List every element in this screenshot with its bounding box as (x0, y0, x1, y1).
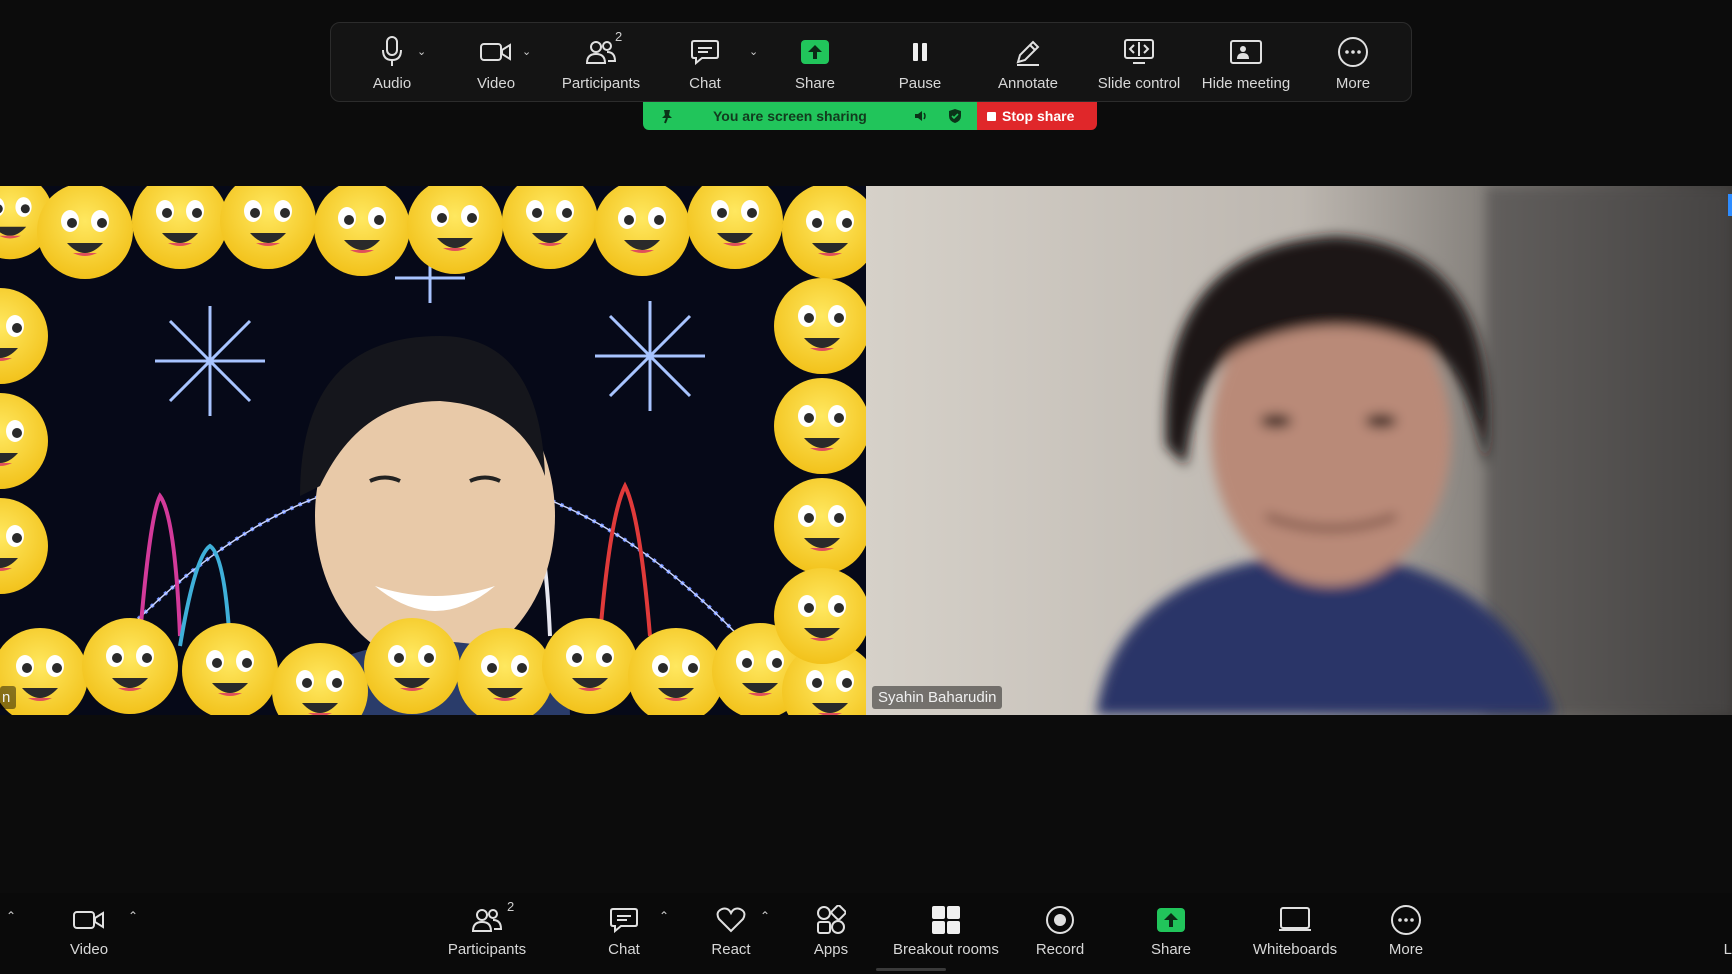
video-camera-icon (72, 903, 106, 937)
chat-icon (607, 903, 641, 937)
apps-icon (814, 903, 848, 937)
participants-button[interactable]: Participants 2 (553, 29, 649, 101)
more-label: More (1388, 941, 1424, 958)
more-button[interactable]: More (1386, 903, 1426, 958)
share-screen-icon (798, 35, 832, 69)
more-button[interactable]: More (1325, 35, 1381, 101)
participants-label: Participants (447, 941, 527, 958)
chat-label: Chat (689, 75, 721, 92)
video-camera-icon (479, 35, 513, 69)
heart-icon (714, 903, 748, 937)
share-toolbar: Audio ⌄ Video ⌄ Participants 2 Chat ⌄ Sh… (330, 22, 1412, 102)
slide-control-button[interactable]: Slide control (1091, 35, 1187, 101)
more-label: More (1335, 75, 1371, 92)
pencil-icon (1011, 35, 1045, 69)
audio-options-caret[interactable]: ⌃ (6, 909, 16, 923)
participants-icon (584, 35, 618, 69)
virtual-background-emoji-frame (0, 186, 866, 715)
share-button[interactable]: Share (785, 35, 845, 101)
participants-button[interactable]: Participants 2 (444, 899, 530, 958)
video-label: Video (476, 75, 516, 92)
annotate-label: Annotate (997, 75, 1059, 92)
pin-icon[interactable] (659, 108, 675, 127)
participants-icon (470, 903, 504, 937)
speaker-icon[interactable] (913, 108, 929, 127)
shield-check-icon[interactable] (947, 108, 963, 127)
pause-share-button[interactable]: Pause (889, 35, 951, 101)
sharing-status-bar[interactable]: You are screen sharing (643, 102, 977, 130)
whiteboards-button[interactable]: Whiteboards (1250, 903, 1340, 958)
react-label: React (711, 941, 751, 958)
participants-count: 2 (507, 899, 515, 914)
record-button[interactable]: Record (1034, 903, 1086, 958)
slide-control-icon (1122, 35, 1156, 69)
pause-label: Pause (898, 75, 942, 92)
stop-icon (987, 111, 996, 121)
record-icon (1043, 903, 1077, 937)
chat-icon (688, 35, 722, 69)
audio-options-caret[interactable]: ⌄ (417, 45, 426, 58)
share-label: Share (1150, 941, 1192, 958)
apps-button[interactable]: Apps (811, 903, 851, 958)
stop-share-label: Stop share (1002, 108, 1075, 124)
chat-options-caret[interactable]: ⌄ (749, 45, 758, 58)
sharing-status-text: You are screen sharing (713, 108, 867, 124)
active-tab-indicator (876, 968, 946, 971)
more-icon (1389, 903, 1423, 937)
react-button[interactable]: React (711, 903, 751, 958)
screen-sharing-banner: You are screen sharing Stop share (643, 102, 1097, 130)
participants-count: 2 (615, 29, 623, 44)
hide-meeting-icon (1229, 35, 1263, 69)
video-options-caret[interactable]: ⌃ (128, 909, 138, 923)
active-speaker-indicator (1728, 194, 1732, 216)
slide-control-label: Slide control (1097, 75, 1181, 92)
chat-label: Chat (608, 941, 640, 958)
chat-options-caret[interactable]: ⌃ (659, 909, 669, 923)
whiteboard-icon (1278, 903, 1312, 937)
video-options-caret[interactable]: ⌄ (522, 45, 531, 58)
video-label: Video (69, 941, 109, 958)
breakout-rooms-button[interactable]: Breakout rooms (891, 903, 1001, 958)
more-icon (1336, 35, 1370, 69)
stop-share-button[interactable]: Stop share (977, 102, 1097, 130)
breakout-rooms-icon (929, 903, 963, 937)
chat-button[interactable]: Chat (675, 35, 735, 101)
hide-meeting-label: Hide meeting (1201, 75, 1291, 92)
meeting-controls-bar: ⌃ Video ⌃ Participants 2 Chat ⌃ React ⌃ … (0, 893, 1732, 974)
chat-button[interactable]: Chat (604, 903, 644, 958)
pause-icon (903, 35, 937, 69)
video-button[interactable]: Video (64, 903, 114, 958)
react-options-caret[interactable]: ⌃ (760, 909, 770, 923)
breakout-rooms-label: Breakout rooms (893, 941, 999, 958)
microphone-icon (375, 35, 409, 69)
share-button[interactable]: Share (1149, 903, 1193, 958)
hide-meeting-button[interactable]: Hide meeting (1197, 35, 1295, 101)
whiteboards-label: Whiteboards (1252, 941, 1338, 958)
apps-label: Apps (813, 941, 849, 958)
participant-name-left: n (0, 686, 17, 709)
participant-video-tile-left[interactable]: n (0, 186, 866, 715)
share-screen-icon (1154, 903, 1188, 937)
share-label: Share (794, 75, 836, 92)
participants-label: Participants (561, 75, 641, 92)
participant-video-feed (866, 186, 1732, 715)
audio-label: Audio (372, 75, 412, 92)
participant-name-right: Syahin Baharudin (872, 686, 1003, 709)
video-button[interactable]: Video (461, 35, 531, 101)
leave-button-partial[interactable]: L (1724, 941, 1732, 958)
participant-video-tile-right[interactable]: Syahin Baharudin (866, 186, 1732, 715)
annotate-button[interactable]: Annotate (993, 35, 1063, 101)
record-label: Record (1035, 941, 1085, 958)
